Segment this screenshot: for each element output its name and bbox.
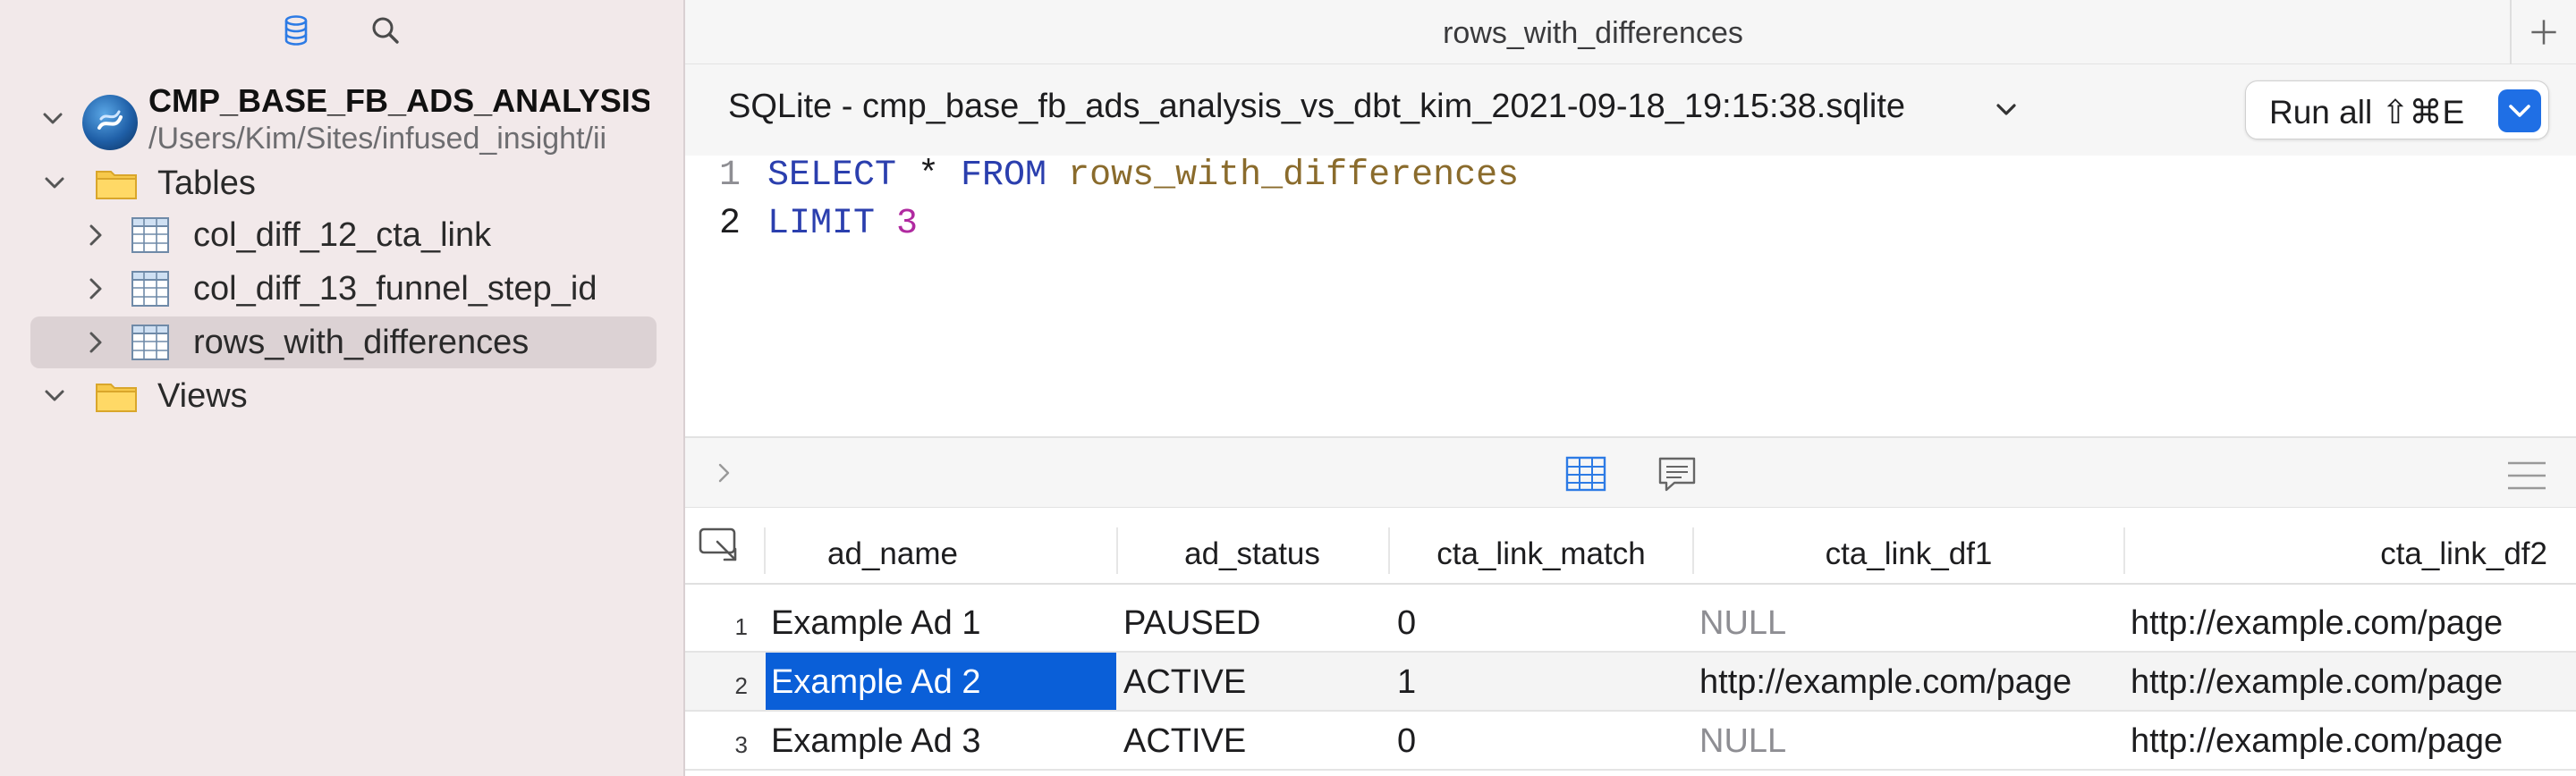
operator: * bbox=[896, 156, 962, 196]
sql-editor[interactable]: 1 SELECT * FROM rows_with_differences 2 … bbox=[685, 156, 2576, 436]
editor-line: 2 LIMIT 3 bbox=[685, 204, 2576, 254]
table-cell[interactable]: 0 bbox=[1397, 604, 1683, 643]
line-code: LIMIT 3 bbox=[767, 204, 918, 244]
table-cell[interactable]: ACTIVE bbox=[1123, 722, 1383, 761]
table-item-label: rows_with_differences bbox=[193, 324, 530, 361]
connection-toolbar: SQLite - cmp_base_fb_ads_analysis_vs_dbt… bbox=[685, 64, 2576, 156]
table-cell[interactable]: Example Ad 3 bbox=[771, 722, 1116, 761]
connection-logo-icon bbox=[82, 95, 138, 150]
chevron-down-icon[interactable] bbox=[41, 170, 68, 197]
window-title[interactable]: rows_with_differences bbox=[685, 16, 2501, 51]
views-folder[interactable]: Views bbox=[0, 370, 683, 422]
table-cell-selected[interactable]: Example Ad 2 bbox=[766, 653, 1116, 710]
table-cell[interactable]: 1 bbox=[1397, 663, 1683, 702]
line-number: 1 bbox=[718, 156, 741, 196]
keyword: FROM bbox=[961, 156, 1047, 196]
results-toolbar bbox=[685, 436, 2576, 508]
sidebar: CMP_BASE_FB_ADS_ANALYSIS_ /Users/Kim/Sit… bbox=[0, 0, 685, 776]
table-cell[interactable]: http://example.com/page bbox=[2131, 722, 2569, 761]
select-all-icon[interactable] bbox=[698, 524, 742, 565]
results-grid: ad_name ad_status cta_link_match cta_lin… bbox=[685, 508, 2576, 776]
add-tab-plus-icon[interactable] bbox=[2510, 0, 2576, 64]
line-code: SELECT * FROM rows_with_differences bbox=[767, 156, 1519, 196]
chevron-right-icon[interactable] bbox=[82, 329, 109, 356]
tab-bar: rows_with_differences bbox=[685, 0, 2576, 64]
views-folder-label: Views bbox=[157, 377, 248, 415]
table-item-label: col_diff_12_cta_link bbox=[193, 216, 492, 254]
results-header-row: ad_name ad_status cta_link_match cta_lin… bbox=[685, 517, 2576, 585]
table-cell[interactable]: http://example.com/page bbox=[2131, 604, 2569, 643]
database-icon[interactable] bbox=[278, 13, 314, 48]
table-cell[interactable]: ACTIVE bbox=[1123, 663, 1383, 702]
table-cell[interactable]: PAUSED bbox=[1123, 604, 1383, 643]
tables-folder-label: Tables bbox=[157, 164, 256, 202]
table-cell[interactable]: NULL bbox=[1699, 604, 2120, 643]
chevron-right-icon[interactable] bbox=[82, 275, 109, 302]
connection-selector[interactable]: SQLite - cmp_base_fb_ads_analysis_vs_dbt… bbox=[728, 88, 1905, 126]
table-row[interactable]: 2 Example Ad 2 ACTIVE 1 http://example.c… bbox=[685, 653, 2576, 712]
keyword: LIMIT bbox=[767, 204, 876, 244]
table-item-col-diff-13[interactable]: col_diff_13_funnel_step_id bbox=[0, 263, 683, 315]
column-header[interactable]: cta_link_df2 bbox=[2125, 536, 2555, 572]
table-cell[interactable]: 0 bbox=[1397, 722, 1683, 761]
table-row[interactable]: 1 Example Ad 1 PAUSED 0 NULL http://exam… bbox=[685, 594, 2576, 653]
row-number: 3 bbox=[734, 731, 748, 758]
table-cell[interactable]: Example Ad 1 bbox=[771, 604, 1116, 643]
connection-row[interactable]: CMP_BASE_FB_ADS_ANALYSIS_ /Users/Kim/Sit… bbox=[0, 75, 683, 164]
column-header[interactable]: cta_link_df1 bbox=[1694, 536, 2123, 572]
tables-folder[interactable]: Tables bbox=[0, 157, 683, 209]
keyword: SELECT bbox=[767, 156, 897, 196]
table-cell[interactable]: http://example.com/page bbox=[2131, 663, 2569, 702]
connection-path: /Users/Kim/Sites/infused_insight/ii bbox=[148, 122, 607, 156]
search-icon[interactable] bbox=[368, 13, 403, 48]
grid-view-icon[interactable] bbox=[1565, 456, 1606, 492]
folder-icon bbox=[96, 171, 137, 199]
row-number: 1 bbox=[734, 613, 748, 640]
table-identifier: rows_with_differences bbox=[1046, 156, 1520, 196]
row-number: 2 bbox=[734, 672, 748, 699]
connection-name: CMP_BASE_FB_ADS_ANALYSIS_ bbox=[148, 82, 649, 119]
column-header[interactable]: ad_status bbox=[1118, 536, 1386, 572]
chevron-right-icon[interactable] bbox=[712, 461, 735, 485]
text-view-icon[interactable] bbox=[1657, 456, 1698, 493]
table-item-rows-with-differences[interactable]: rows_with_differences bbox=[0, 316, 683, 368]
table-icon bbox=[131, 325, 169, 360]
table-icon bbox=[131, 271, 169, 307]
chevron-down-icon[interactable] bbox=[41, 383, 68, 409]
list-menu-icon[interactable] bbox=[2504, 458, 2549, 493]
number-literal: 3 bbox=[875, 204, 919, 244]
column-header[interactable]: cta_link_match bbox=[1390, 536, 1692, 572]
chevron-down-icon[interactable] bbox=[1993, 97, 2020, 123]
table-row[interactable]: 3 Example Ad 3 ACTIVE 0 NULL http://exam… bbox=[685, 712, 2576, 771]
chevron-right-icon[interactable] bbox=[82, 222, 109, 249]
run-all-label: Run all ⇧⌘E bbox=[2269, 94, 2465, 131]
chevron-down-icon[interactable] bbox=[39, 105, 66, 132]
line-number: 2 bbox=[718, 204, 741, 244]
folder-icon bbox=[96, 384, 137, 412]
table-item-col-diff-12[interactable]: col_diff_12_cta_link bbox=[0, 209, 683, 261]
run-options-chevron-icon[interactable] bbox=[2498, 89, 2541, 132]
table-icon bbox=[131, 217, 169, 253]
main-pane: rows_with_differences SQLite - cmp_base_… bbox=[685, 0, 2576, 776]
sidebar-toolbar bbox=[0, 0, 683, 59]
column-header[interactable]: ad_name bbox=[766, 536, 1020, 572]
table-item-label: col_diff_13_funnel_step_id bbox=[193, 270, 597, 308]
editor-line: 1 SELECT * FROM rows_with_differences bbox=[685, 156, 2576, 206]
table-cell[interactable]: NULL bbox=[1699, 722, 2120, 761]
run-all-button[interactable]: Run all ⇧⌘E bbox=[2245, 80, 2549, 139]
table-cell[interactable]: http://example.com/page bbox=[1699, 663, 2120, 702]
